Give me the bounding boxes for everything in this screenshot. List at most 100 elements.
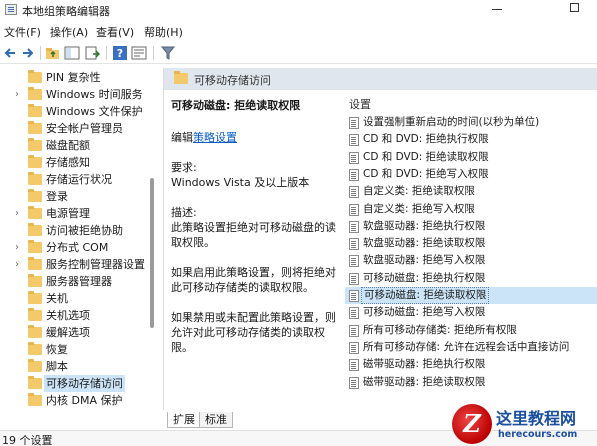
setting-row[interactable]: 磁带驱动器: 拒绝读取权限 — [345, 374, 597, 391]
menu-bar: 文件(F) 操作(A) 查看(V) 帮助(H) — [0, 22, 597, 40]
menu-file[interactable]: 文件(F) — [4, 24, 41, 40]
menu-help[interactable]: 帮助(H) — [144, 24, 183, 40]
minimize-button[interactable] — [474, 0, 520, 20]
setting-row[interactable]: CD 和 DVD: 拒绝写入权限 — [345, 166, 597, 183]
tree-item[interactable]: 磁盘配额 — [0, 137, 150, 154]
back-arrow-icon[interactable] — [2, 45, 18, 61]
policy-setting-icon — [349, 186, 359, 199]
policy-setting-icon — [349, 151, 359, 164]
policy-title: 可移动磁盘: 拒绝读取权限 — [171, 99, 301, 112]
tree-item[interactable]: 服务器管理器 — [0, 273, 150, 290]
folder-icon — [28, 274, 42, 287]
tree-item[interactable]: › 服务控制管理器设置 — [0, 256, 150, 273]
tab-standard[interactable]: 标准 — [199, 412, 233, 428]
folder-icon — [28, 257, 42, 270]
tree-item-label: PIN 复杂性 — [46, 71, 101, 84]
maximize-button[interactable] — [551, 0, 597, 20]
expand-chevron-icon[interactable]: › — [15, 86, 25, 103]
navigation-tree: PIN 复杂性 › Windows 时间服务 Windows 文件保护安全帐户管理员磁… — [0, 68, 160, 410]
setting-label: 可移动磁盘: 拒绝读取权限 — [361, 287, 490, 304]
tree-item[interactable]: 缓解选项 — [0, 324, 150, 341]
requirements-label: 要求: — [171, 161, 197, 174]
policy-setting-icon — [349, 238, 359, 251]
filter-icon[interactable] — [160, 45, 176, 61]
tree-scrollbar[interactable] — [148, 68, 156, 410]
setting-row[interactable]: 软盘驱动器: 拒绝写入权限 — [345, 252, 597, 269]
up-folder-icon[interactable] — [45, 45, 61, 61]
tree-item-label: 登录 — [46, 190, 68, 203]
setting-row[interactable]: 软盘驱动器: 拒绝读取权限 — [345, 235, 597, 252]
help-icon[interactable]: ? — [112, 45, 128, 61]
folder-icon — [28, 104, 42, 117]
setting-row[interactable]: 所有可移动存储: 允许在远程会话中直接访问 — [345, 339, 597, 356]
settings-list: 设置 设置强制重新启动的时间(以秒为单位) CD 和 DVD: 拒绝执行权限 CD … — [345, 90, 597, 392]
settings-column-header[interactable]: 设置 — [349, 96, 371, 112]
tree-item[interactable]: 安全帐户管理员 — [0, 120, 150, 137]
tree-item-label: 缓解选项 — [46, 326, 90, 339]
tree-item[interactable]: 关机选项 — [0, 307, 150, 324]
tree-item[interactable]: 访问被拒绝协助 — [0, 222, 150, 239]
setting-row[interactable]: 自定义类: 拒绝读取权限 — [345, 183, 597, 200]
tree-item-label: 安全帐户管理员 — [46, 122, 123, 135]
tree-item[interactable]: › Windows 时间服务 — [0, 86, 150, 103]
tree-item[interactable]: Windows 文件保护 — [0, 103, 150, 120]
tree-item-label: 存储感知 — [46, 156, 90, 169]
tree-item[interactable]: 恢复 — [0, 341, 150, 358]
tree-item-label: 分布式 COM — [46, 241, 109, 254]
expand-chevron-icon[interactable]: › — [15, 239, 25, 256]
tree-item[interactable]: 关机 — [0, 290, 150, 307]
expand-chevron-icon[interactable]: › — [15, 256, 25, 273]
watermark: Z 这里教程网 herecours.com — [452, 402, 597, 446]
tab-extended[interactable]: 扩展 — [167, 412, 201, 428]
minimize-icon — [492, 8, 502, 10]
setting-row[interactable]: 可移动磁盘: 拒绝读取权限 — [345, 287, 597, 304]
tree-scroll-thumb[interactable] — [150, 178, 154, 328]
folder-icon — [28, 155, 42, 168]
setting-row[interactable]: 自定义类: 拒绝写入权限 — [345, 201, 597, 218]
folder-icon — [28, 308, 42, 321]
policy-setting-icon — [349, 203, 359, 216]
setting-row[interactable]: 所有可移动存储类: 拒绝所有权限 — [345, 322, 597, 339]
tree-item-label: 磁盘配额 — [46, 139, 90, 152]
tree-item[interactable]: 内核 DMA 保护 — [0, 392, 150, 409]
setting-row[interactable]: 设置强制重新启动的时间(以秒为单位) — [345, 114, 597, 131]
edit-prefix: 编辑 — [171, 131, 193, 144]
policy-setting-icon — [349, 376, 359, 389]
forward-arrow-icon[interactable] — [20, 45, 36, 61]
folder-icon — [28, 393, 42, 406]
menu-action[interactable]: 操作(A) — [50, 24, 88, 40]
tree-item-label: 电源管理 — [46, 207, 90, 220]
tree-item[interactable]: 登录 — [0, 188, 150, 205]
setting-row[interactable]: CD 和 DVD: 拒绝读取权限 — [345, 149, 597, 166]
policy-setting-icon — [349, 307, 359, 320]
enabled-text: 如果启用此策略设置，则将拒绝对此可移动存储类的读取权限。 — [171, 266, 336, 294]
setting-label: 磁带驱动器: 拒绝读取权限 — [363, 375, 486, 388]
setting-row[interactable]: 可移动磁盘: 拒绝写入权限 — [345, 304, 597, 321]
properties-icon[interactable] — [131, 45, 147, 61]
setting-row[interactable]: 可移动磁盘: 拒绝执行权限 — [345, 270, 597, 287]
expand-chevron-icon[interactable]: › — [15, 205, 25, 222]
export-list-icon[interactable] — [84, 45, 100, 61]
edit-policy-link[interactable]: 策略设置 — [193, 131, 237, 144]
tree-item[interactable]: 存储运行状况 — [0, 171, 150, 188]
setting-row[interactable]: 软盘驱动器: 拒绝执行权限 — [345, 218, 597, 235]
tree-item[interactable]: › 分布式 COM — [0, 239, 150, 256]
setting-label: 自定义类: 拒绝写入权限 — [363, 202, 475, 215]
setting-row[interactable]: 磁带驱动器: 拒绝执行权限 — [345, 356, 597, 373]
tree-item[interactable]: 可移动存储访问 — [0, 375, 150, 392]
folder-icon — [28, 342, 42, 355]
details-header-label: 可移动存储访问 — [194, 74, 271, 87]
show-hide-tree-icon[interactable] — [64, 45, 80, 61]
folder-icon — [28, 121, 42, 134]
policy-description: 可移动磁盘: 拒绝读取权限 编辑策略设置 要求: Windows Vista 及… — [164, 90, 344, 390]
tree-item-label: 恢复 — [46, 343, 68, 356]
tree-item[interactable]: 脚本 — [0, 358, 150, 375]
tree-item[interactable]: PIN 复杂性 — [0, 69, 150, 86]
setting-row[interactable]: CD 和 DVD: 拒绝执行权限 — [345, 131, 597, 148]
tree-item[interactable]: › 电源管理 — [0, 205, 150, 222]
setting-label: CD 和 DVD: 拒绝读取权限 — [363, 150, 489, 163]
tree-item[interactable]: 存储感知 — [0, 154, 150, 171]
setting-label: 软盘驱动器: 拒绝写入权限 — [363, 254, 486, 267]
setting-label: 可移动磁盘: 拒绝执行权限 — [363, 271, 486, 284]
menu-view[interactable]: 查看(V) — [96, 24, 134, 40]
